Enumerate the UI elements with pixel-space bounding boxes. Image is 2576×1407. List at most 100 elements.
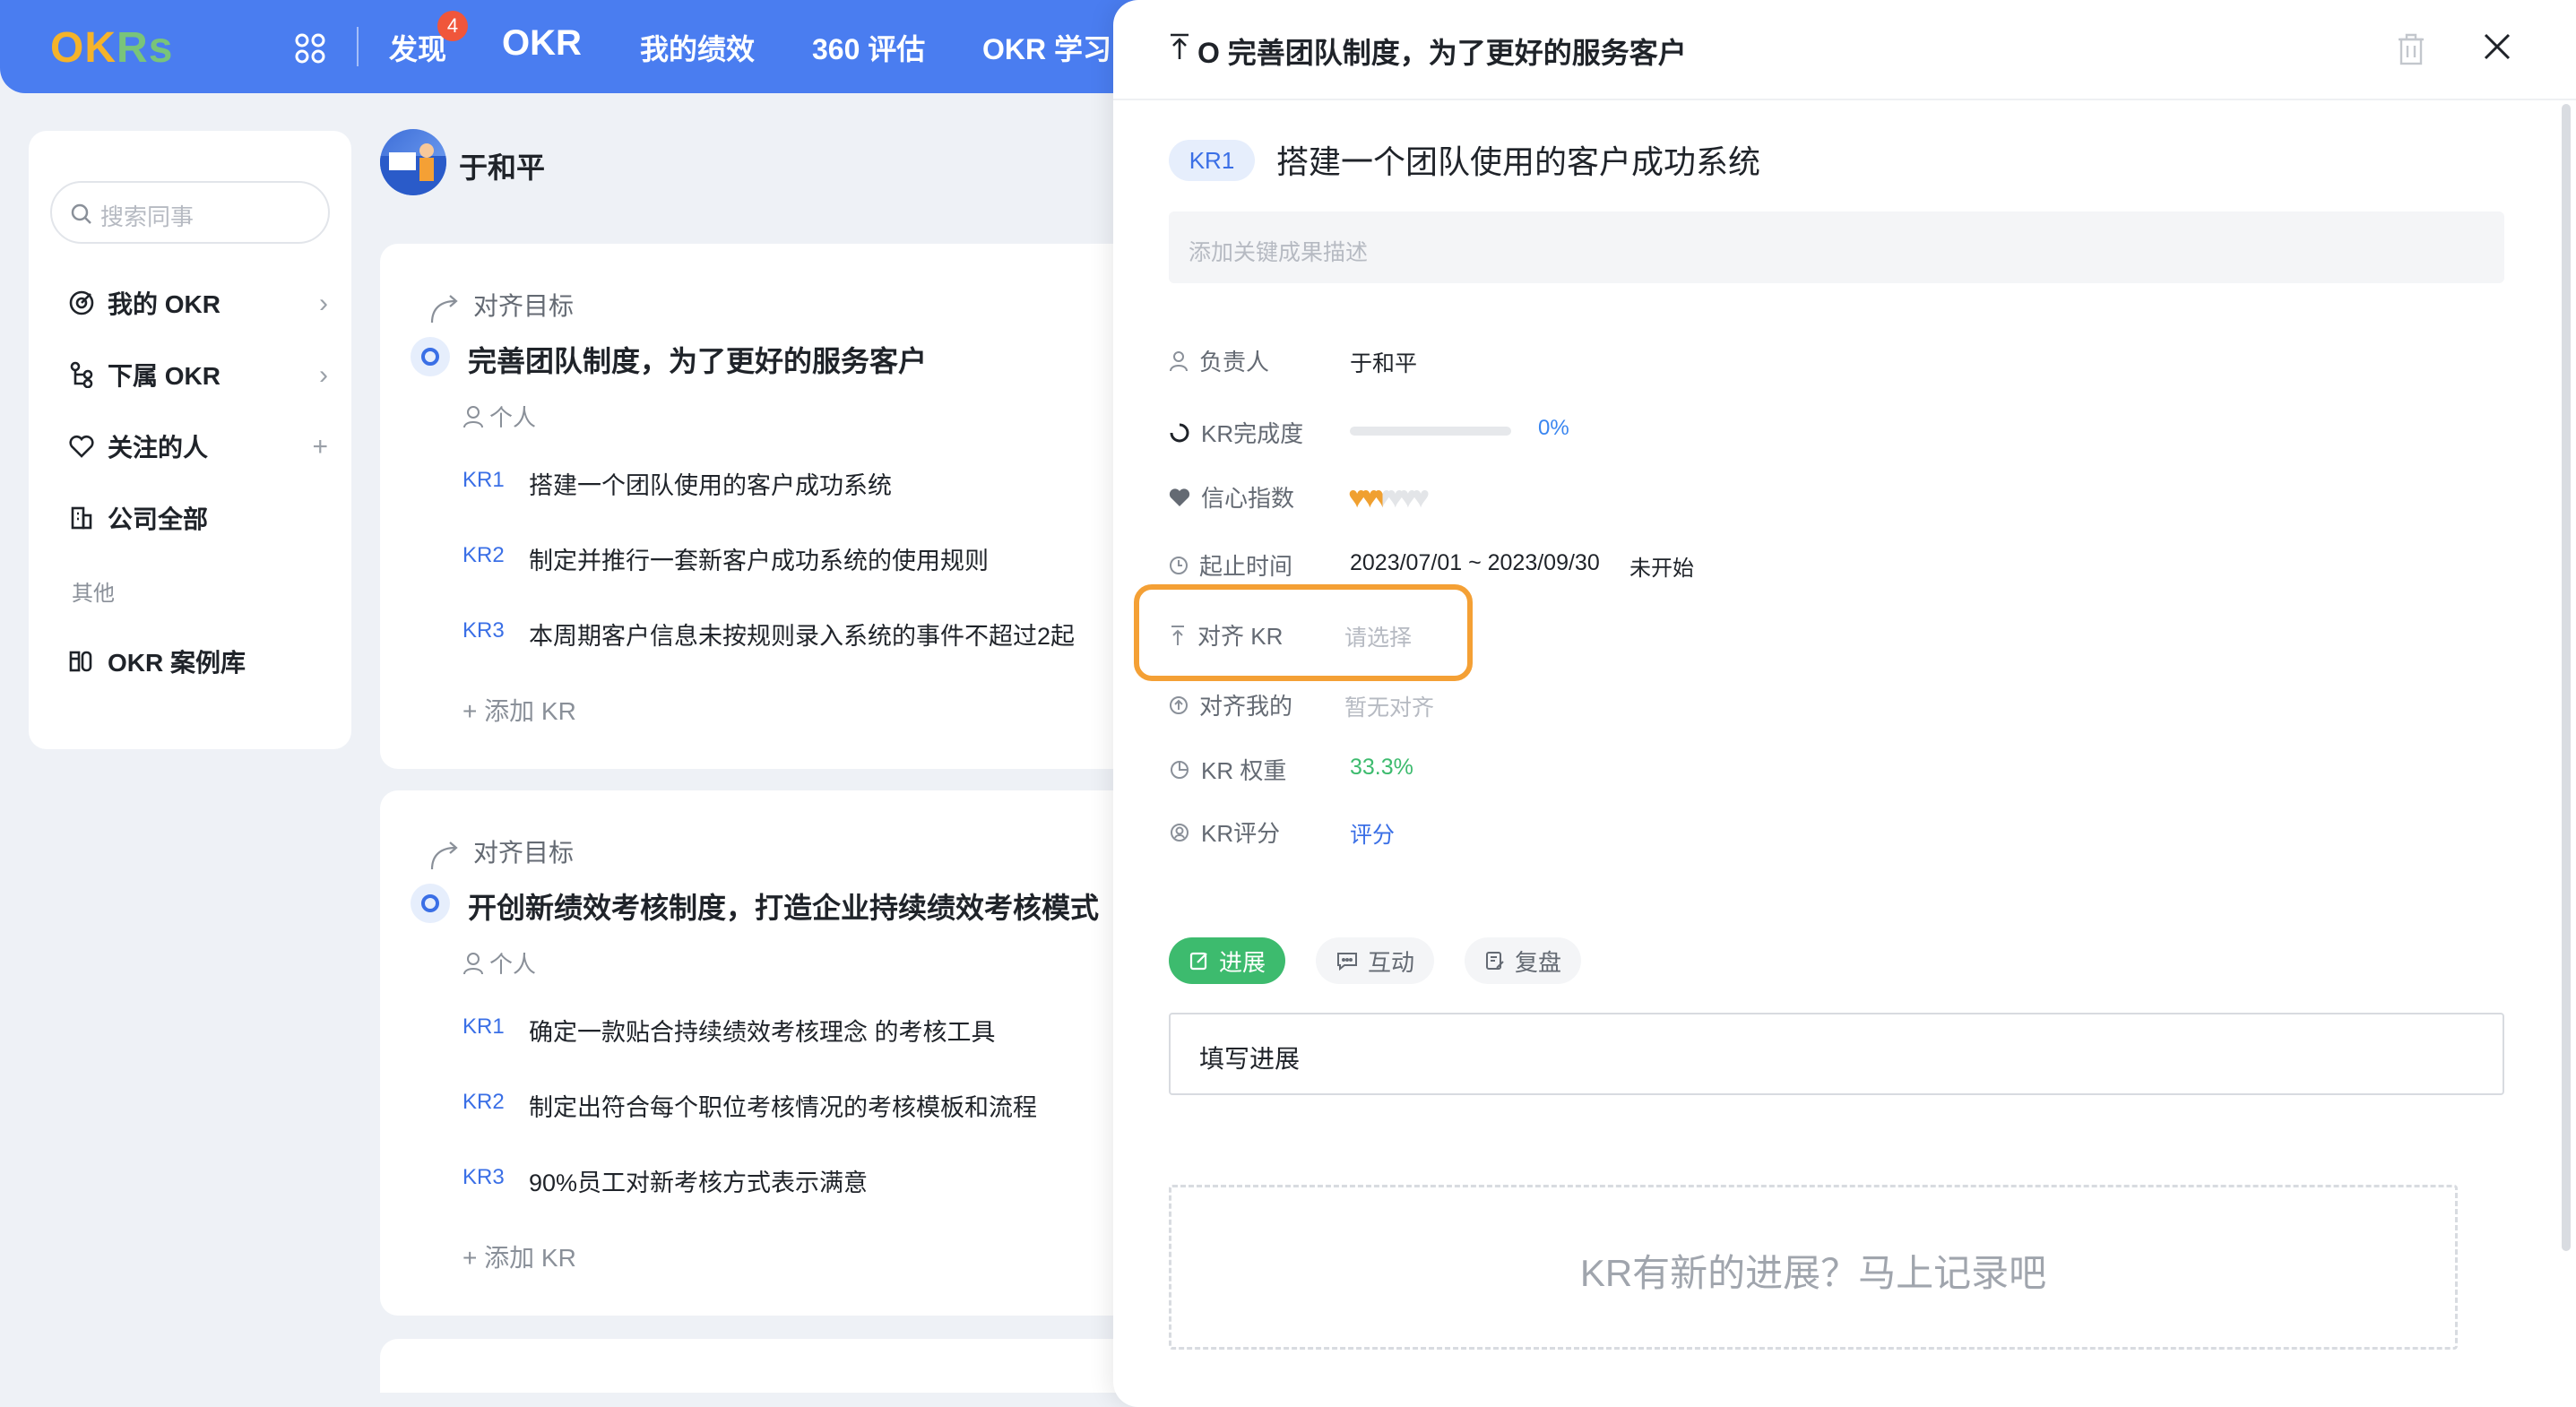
heart-outline-icon	[69, 435, 94, 458]
kr-item[interactable]: KR3 本周期客户信息未按规则录入系统的事件不超过2起	[462, 617, 1075, 652]
drawer-objective-title[interactable]: O 完善团队制度，为了更好的服务客户	[1197, 30, 1687, 72]
activity-tabs: 进展 互动 复盘	[1169, 937, 1582, 984]
score-link[interactable]: 评分	[1350, 817, 1395, 850]
plus-icon[interactable]: +	[312, 432, 328, 462]
person-icon	[463, 405, 483, 427]
kr-detail-drawer: O 完善团队制度，为了更好的服务客户 KR1 搭建一个团队使用的客户成功系统 添…	[1113, 0, 2576, 1407]
sidebar-item-label: 我的 OKR	[108, 290, 221, 318]
top-navbar: OKRs 发现 4 OKR 我的绩效 360 评估 OKR 学习	[0, 0, 1156, 93]
sidebar-item-okr-library[interactable]: OKR 案例库	[68, 643, 328, 679]
progress-input[interactable]: 填写进展	[1169, 1013, 2504, 1095]
progress-bar[interactable]	[1350, 427, 1511, 436]
search-icon	[71, 203, 91, 224]
kr-text: 制定出符合每个职位考核情况的考核模板和流程	[529, 1094, 1037, 1121]
kr-tag: KR1	[462, 468, 505, 492]
search-placeholder: 搜索同事	[100, 203, 194, 230]
objective-circle-icon	[411, 337, 450, 376]
kr-tag: KR2	[462, 1090, 505, 1114]
pie-icon	[1171, 760, 1189, 779]
kr-text: 90%员工对新考核方式表示满意	[529, 1170, 869, 1196]
confidence-rating[interactable]: ♥ ♥ ♥ ♥ ♥ ♥	[1348, 482, 1430, 513]
align-mine-field-label: 对齐我的	[1169, 688, 1292, 721]
score-field-label: KR评分	[1169, 816, 1280, 849]
time-field-label: 起止时间	[1169, 548, 1292, 582]
kr-description-field[interactable]: 添加关键成果描述	[1169, 211, 2504, 283]
align-target-label[interactable]: 对齐目标	[473, 287, 574, 323]
org-tree-icon	[70, 361, 93, 388]
owner-field-label: 负责人	[1169, 344, 1269, 377]
sidebar-item-label: 下属 OKR	[108, 362, 221, 390]
time-status: 未开始	[1629, 557, 1694, 581]
chevron-right-icon: ›	[319, 360, 328, 390]
left-sidebar: 搜索同事 我的 OKR › 下属 OKR › 关注的人 + 公司全部 其他 OK…	[29, 131, 351, 749]
align-mine-value: 暂无对齐	[1344, 695, 1435, 721]
sidebar-item-label: 关注的人	[108, 434, 209, 462]
badge-icon	[1171, 823, 1189, 842]
owner-label: 个人	[489, 404, 537, 431]
tab-progress[interactable]: 进展	[1169, 937, 1286, 984]
description-placeholder: 添加关键成果描述	[1189, 240, 1369, 265]
kr-tag: KR3	[462, 1165, 505, 1189]
nav-my-performance[interactable]: 我的绩效	[640, 27, 755, 68]
kr-item[interactable]: KR3 90%员工对新考核方式表示满意	[462, 1163, 868, 1198]
kr-item[interactable]: KR2 制定并推行一套新客户成功系统的使用规则	[462, 541, 989, 576]
kr-item[interactable]: KR1 确定一款贴合持续绩效考核理念 的考核工具	[462, 1013, 996, 1048]
sidebar-item-following[interactable]: 关注的人 +	[68, 428, 328, 464]
progress-input-placeholder: 填写进展	[1199, 1045, 1301, 1073]
kr-tag: KR2	[462, 543, 505, 567]
kr-chip: KR1	[1169, 140, 1255, 181]
avatar[interactable]	[380, 129, 446, 195]
add-kr-button[interactable]: + 添加 KR	[462, 692, 576, 728]
weight-value[interactable]: 33.3%	[1350, 755, 1413, 781]
nav-okr-learn[interactable]: OKR 学习	[982, 27, 1111, 68]
person-icon	[1170, 350, 1188, 371]
heart-icon	[1169, 488, 1190, 506]
objective-title[interactable]: 开创新绩效考核制度，打造企业持续绩效考核模式	[468, 885, 1099, 927]
close-icon[interactable]	[2483, 32, 2511, 61]
kr-item[interactable]: KR2 制定出符合每个职位考核情况的考核模板和流程	[462, 1088, 1037, 1123]
time-value[interactable]: 2023/07/01 ~ 2023/09/30	[1350, 550, 1600, 576]
sidebar-section-other: 其他	[72, 582, 115, 606]
owner-value[interactable]: 于和平	[1350, 346, 1417, 378]
sidebar-item-my-okr[interactable]: 我的 OKR ›	[68, 285, 328, 321]
kr-title[interactable]: 搭建一个团队使用的客户成功系统	[1276, 136, 1760, 183]
progress-field-label: KR完成度	[1169, 416, 1303, 449]
heart-empty-icon[interactable]: ♥	[1412, 482, 1430, 513]
tab-interact[interactable]: 互动	[1316, 937, 1435, 984]
library-icon	[69, 651, 92, 672]
profile-name: 于和平	[459, 151, 546, 184]
objective-card: 对齐目标 开创新绩效考核制度，打造企业持续绩效考核模式 个人 KR1 确定一款贴…	[380, 790, 1187, 1316]
drawer-header: O 完善团队制度，为了更好的服务客户	[1113, 0, 2576, 100]
sidebar-item-label: OKR 案例库	[108, 649, 246, 677]
scrollbar[interactable]	[2562, 104, 2571, 1251]
align-target-label[interactable]: 对齐目标	[473, 833, 574, 869]
add-kr-button[interactable]: + 添加 KR	[462, 1239, 576, 1274]
discover-badge: 4	[437, 11, 468, 41]
kr-tag: KR3	[462, 618, 505, 643]
sidebar-item-sub-okr[interactable]: 下属 OKR ›	[68, 357, 328, 393]
building-icon	[71, 506, 92, 530]
kr-item[interactable]: KR1 搭建一个团队使用的客户成功系统	[462, 466, 892, 501]
objective-card: 对齐目标 完善团队制度，为了更好的服务客户 个人 KR1 搭建一个团队使用的客户…	[380, 244, 1187, 769]
search-input[interactable]: 搜索同事	[50, 181, 330, 244]
align-arrow-icon	[430, 842, 458, 870]
clock-icon	[1170, 556, 1188, 574]
progress-ring-icon	[1170, 423, 1189, 442]
weight-field-label: KR 权重	[1169, 753, 1286, 786]
nav-discover[interactable]: 发现	[389, 27, 446, 68]
objective-title[interactable]: 完善团队制度，为了更好的服务客户	[468, 339, 927, 380]
app-logo[interactable]: OKRs	[50, 23, 173, 73]
trash-icon[interactable]	[2395, 32, 2427, 66]
apps-grid-icon[interactable]	[294, 32, 326, 65]
objective-owner: 个人	[462, 946, 536, 980]
nav-okr[interactable]: OKR	[502, 23, 582, 64]
target-icon	[69, 290, 94, 315]
tab-review[interactable]: 复盘	[1465, 937, 1582, 984]
chevron-right-icon: ›	[319, 289, 328, 318]
objective-card-partial	[380, 1339, 1187, 1393]
kr-text: 搭建一个团队使用的客户成功系统	[529, 472, 892, 499]
owner-label: 个人	[489, 951, 537, 978]
nav-360-review[interactable]: 360 评估	[812, 27, 925, 68]
chat-icon	[1337, 953, 1358, 971]
sidebar-item-company[interactable]: 公司全部	[68, 500, 328, 536]
